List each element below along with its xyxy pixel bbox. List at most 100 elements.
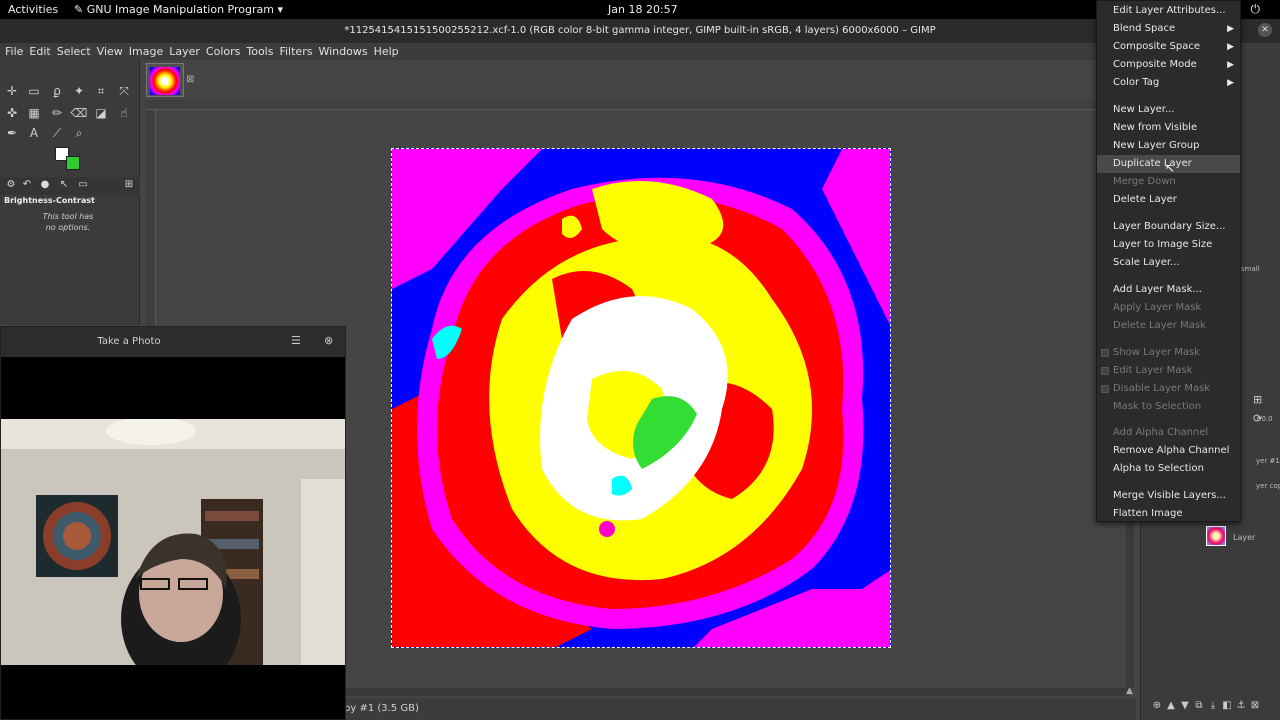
dock-zoom-value[interactable]: 00.0 (1257, 415, 1273, 423)
menu-item-composite-mode[interactable]: Composite Mode ▶ (1097, 56, 1240, 74)
menu-item-flatten-image[interactable]: Flatten Image (1097, 505, 1240, 523)
horizontal-ruler[interactable] (146, 100, 1096, 110)
dock-panel-menu-icon[interactable]: ⊞ (1253, 393, 1262, 406)
close-icon[interactable]: ⊗ (324, 334, 333, 347)
path-tool-icon[interactable]: ✒ (3, 124, 21, 142)
menu-filters[interactable]: Filters (276, 43, 315, 60)
layer-thumbnail[interactable] (1206, 526, 1226, 546)
close-image-tab-icon[interactable]: ⊠ (186, 74, 194, 85)
tool-options-message: This tool has no options. (0, 211, 136, 233)
navigate-icon[interactable]: ▲ (1126, 686, 1136, 696)
gimp-icon: ✎ (74, 3, 87, 16)
pointer-tab-icon[interactable]: ↖ (57, 179, 71, 193)
paintbrush-tool-icon[interactable]: ✏ (48, 104, 66, 122)
menu-item-scale-layer[interactable]: Scale Layer... (1097, 254, 1240, 272)
tool-options-tab-icon[interactable]: ⚙ (4, 179, 18, 193)
menu-item-label: Duplicate Layer (1113, 158, 1192, 169)
activities-button[interactable]: Activities (8, 3, 58, 16)
text-tool-icon[interactable]: A (25, 124, 43, 142)
menu-item-remove-alpha-channel[interactable]: Remove Alpha Channel (1097, 442, 1240, 460)
menu-item-new-layer[interactable]: New Layer... (1097, 101, 1240, 119)
background-color-swatch[interactable] (66, 156, 80, 170)
menu-item-label: Flatten Image (1113, 508, 1183, 519)
color-picker-tool-icon[interactable]: ⟋ (48, 124, 66, 142)
menu-item-add-layer-mask[interactable]: Add Layer Mask... (1097, 281, 1240, 299)
raise-layer-icon[interactable]: ▲ (1164, 700, 1178, 711)
menu-layer[interactable]: Layer (166, 43, 203, 60)
warp-tool-icon[interactable]: ✜ (3, 104, 21, 122)
menu-item-blend-space[interactable]: Blend Space ▶ (1097, 20, 1240, 38)
submenu-arrow-icon: ▶ (1227, 60, 1234, 70)
menu-item-alpha-to-selection[interactable]: Alpha to Selection (1097, 460, 1240, 478)
menu-item-mask-to-selection: Mask to Selection (1097, 398, 1240, 416)
new-layer-icon[interactable]: ⊕ (1150, 700, 1164, 711)
menu-help[interactable]: Help (371, 43, 402, 60)
duplicate-layer-icon[interactable]: ⧉ (1192, 700, 1206, 711)
menu-item-merge-visible-layers[interactable]: Merge Visible Layers... (1097, 487, 1240, 505)
menu-item-new-layer-group[interactable]: New Layer Group (1097, 137, 1240, 155)
menu-item-label: New Layer Group (1113, 140, 1200, 151)
transform-tool-icon[interactable]: ⤧ (115, 82, 133, 100)
zoom-tool-icon[interactable]: ⌕ (70, 124, 88, 142)
tool-options-tabs: ⚙ ↶ ● ↖ ▭ ⊞ (0, 177, 140, 195)
tool-options-message-line1: This tool has (42, 212, 94, 221)
webcam-title: Take a Photo (97, 336, 161, 347)
undo-history-tab-icon[interactable]: ↶ (20, 179, 34, 193)
menu-image[interactable]: Image (126, 43, 166, 60)
merge-layer-icon[interactable]: ⤓ (1206, 700, 1220, 711)
delete-layer-icon[interactable]: ⊠ (1248, 700, 1262, 711)
hamburger-menu-icon[interactable]: ☰ (291, 334, 301, 347)
menu-item-label: Remove Alpha Channel (1113, 445, 1230, 456)
menu-item-label: Add Alpha Channel (1113, 427, 1209, 438)
menu-item-layer-boundary-size[interactable]: Layer Boundary Size... (1097, 218, 1240, 236)
fuzzy-select-tool-icon[interactable]: ✦ (70, 82, 88, 100)
images-tab-icon[interactable]: ▭ (76, 179, 90, 193)
power-icon[interactable]: ⏻ (1251, 2, 1261, 17)
menu-colors[interactable]: Colors (203, 43, 243, 60)
brushes-tab-icon[interactable]: ● (38, 179, 52, 193)
move-tool-icon[interactable]: ✛ (3, 82, 21, 100)
menu-item-label: New Layer... (1113, 104, 1175, 115)
smudge-tool-icon[interactable]: ☝ (115, 104, 133, 122)
layer-name-hash[interactable]: yer #1 (1256, 457, 1280, 465)
menu-item-label: Merge Down (1113, 176, 1176, 187)
bucket-fill-tool-icon[interactable]: ◪ (92, 104, 110, 122)
menu-item-new-from-visible[interactable]: New from Visible (1097, 119, 1240, 137)
image-canvas[interactable] (391, 148, 891, 648)
crop-tool-icon[interactable]: ⌗ (92, 82, 110, 100)
menu-item-composite-space[interactable]: Composite Space ▶ (1097, 38, 1240, 56)
checkbox-icon (1101, 385, 1109, 393)
perspective-clone-icon[interactable]: ▦ (25, 104, 43, 122)
menu-item-color-tag[interactable]: Color Tag ▶ (1097, 74, 1240, 92)
menu-select[interactable]: Select (54, 43, 94, 60)
menu-file[interactable]: File (2, 43, 26, 60)
menu-windows[interactable]: Windows (315, 43, 370, 60)
menu-tools[interactable]: Tools (243, 43, 276, 60)
tool-options-title: Brightness-Contrast (4, 196, 95, 205)
window-title: *1125415415151500255212.xcf-1.0 (RGB col… (344, 25, 936, 36)
clock[interactable]: Jan 18 20:57 (608, 3, 678, 16)
close-window-button[interactable]: ✕ (1258, 23, 1272, 37)
menu-edit[interactable]: Edit (26, 43, 53, 60)
chevron-down-icon: ▾ (273, 3, 283, 16)
rect-select-tool-icon[interactable]: ▭ (25, 82, 43, 100)
menu-item-layer-to-image-size[interactable]: Layer to Image Size (1097, 236, 1240, 254)
layer-name-copy[interactable]: yer copy (1256, 482, 1280, 490)
menu-view[interactable]: View (94, 43, 126, 60)
anchor-icon[interactable]: ⚓ (1234, 700, 1248, 711)
layer-name[interactable]: Layer (1233, 533, 1255, 542)
menu-item-label: Color Tag (1113, 77, 1160, 88)
mouse-cursor-icon: ↖ (1165, 161, 1176, 175)
horizontal-scrollbar[interactable] (346, 688, 1130, 696)
app-menu[interactable]: ✎ GNU Image Manipulation Program ▾ (74, 3, 283, 16)
lower-layer-icon[interactable]: ▼ (1178, 700, 1192, 711)
menubar: File Edit Select View Image Layer Colors Tools F… (0, 43, 1280, 60)
image-tab[interactable] (146, 63, 184, 97)
eraser-tool-icon[interactable]: ⌫ (70, 104, 88, 122)
submenu-arrow-icon: ▶ (1227, 42, 1234, 52)
menu-item-edit-layer-attributes[interactable]: Edit Layer Attributes... (1097, 2, 1240, 20)
lasso-tool-icon[interactable]: ϼ (48, 82, 66, 100)
mask-layer-icon[interactable]: ◧ (1220, 700, 1234, 711)
menu-item-delete-layer[interactable]: Delete Layer (1097, 191, 1240, 209)
dock-menu-icon[interactable]: ⊞ (122, 179, 136, 193)
